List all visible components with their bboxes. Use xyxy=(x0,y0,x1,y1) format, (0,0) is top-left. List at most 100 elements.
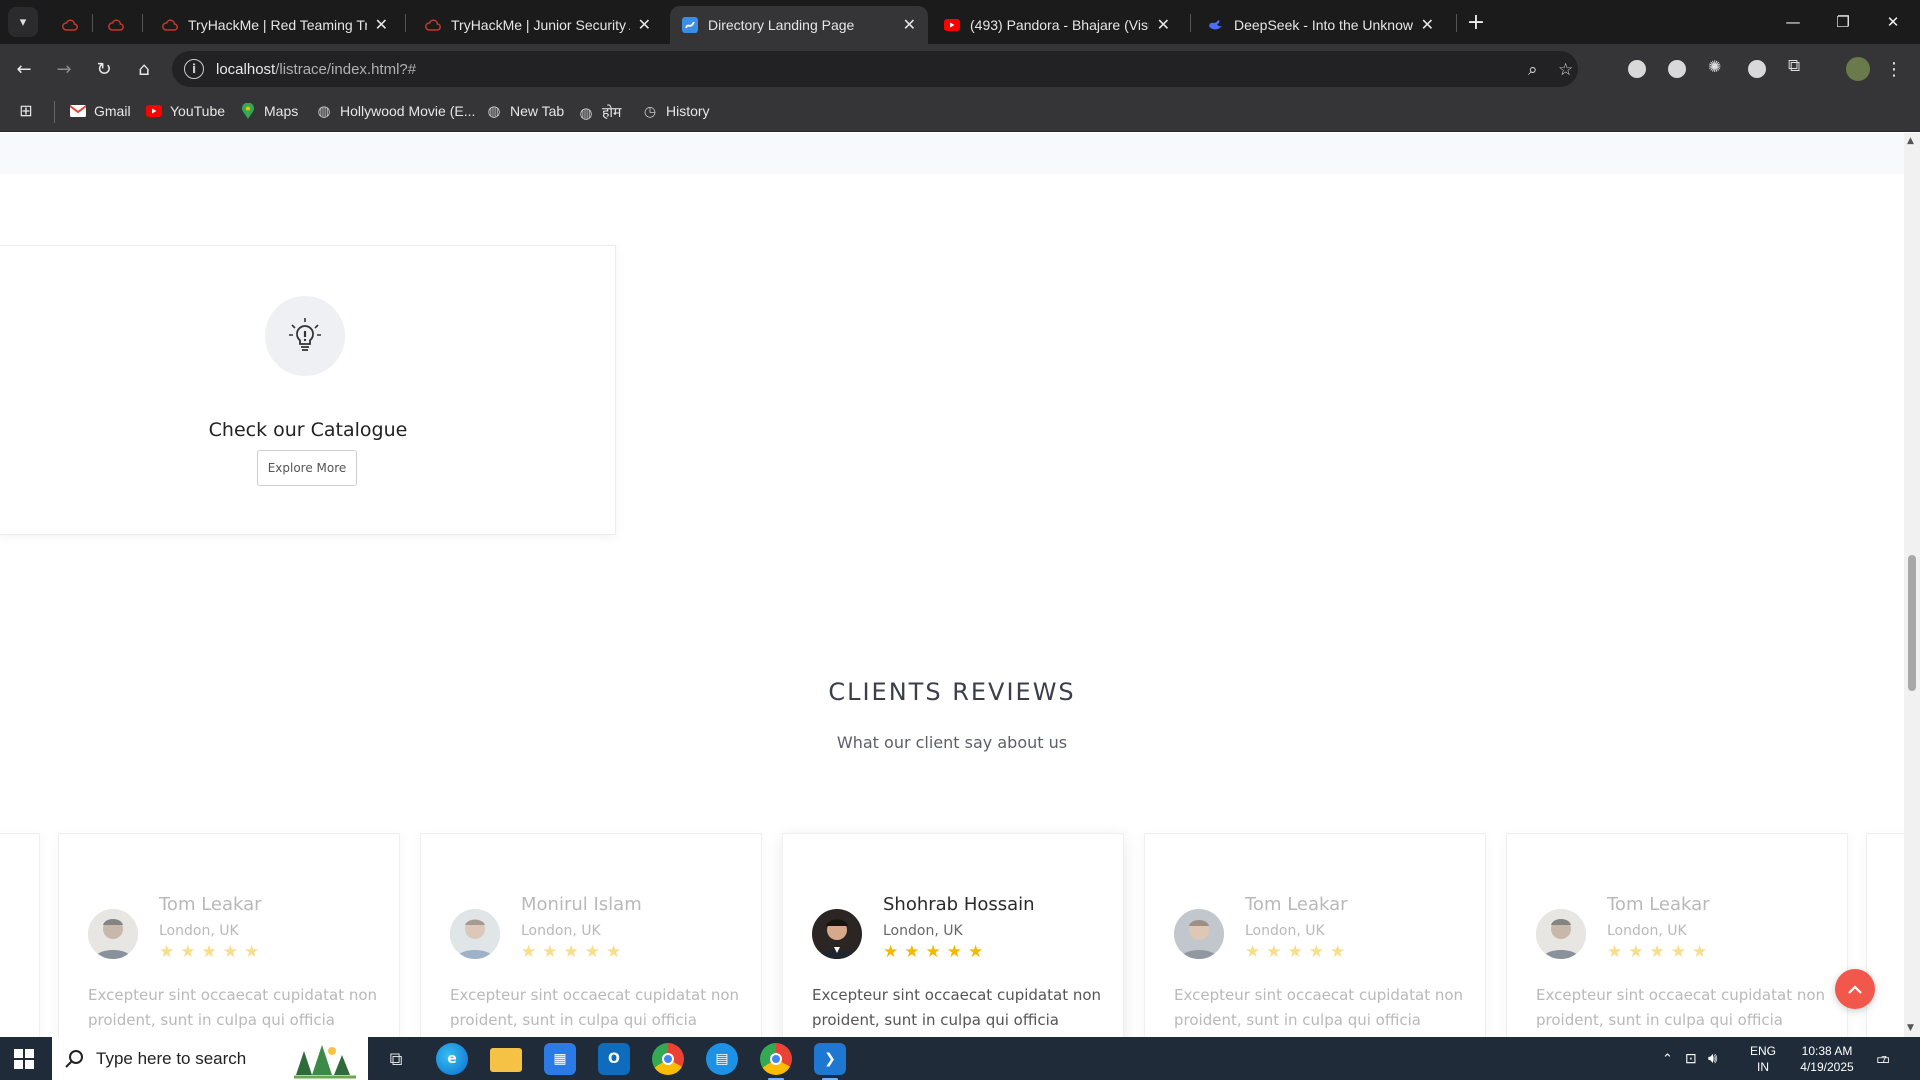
minimize-icon[interactable]: — xyxy=(1770,0,1816,44)
outlook-icon[interactable]: O xyxy=(598,1043,630,1075)
star-icon: ★ xyxy=(946,942,962,962)
tab-separator xyxy=(1190,14,1191,32)
star-icon: ★ xyxy=(1628,942,1644,962)
reviewer-name: Monirul Islam xyxy=(521,894,642,915)
microsoft-store-icon[interactable]: ▦ xyxy=(544,1043,576,1075)
profile-avatar[interactable] xyxy=(1846,57,1870,81)
scroll-to-top-button[interactable] xyxy=(1835,969,1875,1009)
review-text: Excepteur sint occaecat cupidatat non pr… xyxy=(1536,986,1826,1029)
bookmark-youtube[interactable]: YouTube xyxy=(146,103,225,119)
tab-deepseek[interactable]: DeepSeek - Into the Unknown ✕ xyxy=(1196,6,1446,44)
tab-directory-landing-page[interactable]: Directory Landing Page ✕ xyxy=(670,6,928,44)
review-text: Excepteur sint occaecat cupidatat non pr… xyxy=(812,986,1102,1029)
bookmark-hollywood-movie[interactable]: ◍ Hollywood Movie (E... xyxy=(316,103,475,120)
task-view-icon[interactable]: ⧉ xyxy=(380,1043,412,1075)
language-indicator[interactable]: ENG IN xyxy=(1750,1037,1776,1080)
edge-browser-icon[interactable]: e xyxy=(436,1043,468,1075)
site-info-icon[interactable]: i xyxy=(184,59,204,79)
chrome-active-icon[interactable] xyxy=(760,1043,792,1080)
scroll-down-arrow-icon[interactable]: ▼ xyxy=(1907,1023,1914,1033)
catalogue-title: Check our Catalogue xyxy=(208,419,408,441)
puzzle-extensions-icon[interactable]: ⧉ xyxy=(1788,56,1806,76)
star-icon: ★ xyxy=(904,942,920,962)
tab-tryhackme-junior-analyst[interactable]: TryHackMe | Junior Security Analyst ✕ xyxy=(413,6,663,44)
tab-pinned-1[interactable] xyxy=(50,6,90,44)
reviewer-location: London, UK xyxy=(1607,923,1687,939)
avatar xyxy=(88,909,138,959)
extension-icon[interactable] xyxy=(1748,60,1766,78)
close-tab-icon[interactable]: ✕ xyxy=(1157,15,1170,35)
address-bar[interactable]: i localhost/listrace/index.html?# ⌕ ☆ xyxy=(172,51,1578,87)
avatar xyxy=(450,909,500,959)
menu-kebab-icon[interactable]: ⋮ xyxy=(1878,53,1910,85)
reviewer-location: London, UK xyxy=(883,923,963,939)
review-card: Tom Leakar London, UK ★ ★ ★ ★ ★ Excepteur si… xyxy=(1144,833,1486,1037)
apps-grid-icon[interactable]: ⊞ xyxy=(18,103,42,120)
clock-time: 10:38 AM xyxy=(1801,1043,1853,1058)
scrollbar-thumb[interactable] xyxy=(1908,555,1916,691)
tab-separator xyxy=(92,14,93,32)
scroll-up-arrow-icon[interactable]: ▲ xyxy=(1907,136,1914,146)
tab-search-button[interactable]: ▾ xyxy=(8,7,38,37)
url-path: /listrace/index.html?# xyxy=(275,60,417,78)
review-card-partial xyxy=(0,833,40,1037)
extension-gear-icon[interactable]: ✺ xyxy=(1708,57,1726,76)
search-placeholder: Type here to search xyxy=(96,1048,247,1068)
close-tab-icon[interactable]: ✕ xyxy=(375,15,388,35)
bookmark-new-tab[interactable]: ◍ New Tab xyxy=(486,103,564,120)
chrome-icon[interactable] xyxy=(652,1043,684,1075)
windows-start-icon[interactable] xyxy=(14,1049,34,1069)
back-arrow-icon[interactable]: ← xyxy=(8,53,40,85)
star-icon: ★ xyxy=(1245,942,1261,962)
docker-icon[interactable]: ▤ xyxy=(706,1043,738,1075)
tab-tryhackme-red-teaming[interactable]: TryHackMe | Red Teaming Training ✕ xyxy=(150,6,400,44)
file-explorer-icon[interactable] xyxy=(490,1048,522,1072)
avatar xyxy=(1174,909,1224,959)
restore-icon[interactable]: ❐ xyxy=(1820,0,1866,44)
bookmark-gmail[interactable]: Gmail xyxy=(70,103,131,119)
tray-chevron-icon[interactable]: ⌃ xyxy=(1662,1037,1673,1080)
tab-separator xyxy=(1456,14,1457,32)
rating-stars: ★ ★ ★ ★ ★ xyxy=(159,944,259,961)
forward-arrow-icon[interactable]: → xyxy=(48,53,80,85)
extension-icon[interactable] xyxy=(1628,60,1646,78)
history-clock-icon: ◷ xyxy=(643,102,657,119)
tab-pinned-2[interactable] xyxy=(96,6,140,44)
review-card: Monirul Islam London, UK ★ ★ ★ ★ ★ Excepteur… xyxy=(420,833,762,1037)
tab-youtube-pandora[interactable]: (493) Pandora - Bhajare (Visualizer) ✕ xyxy=(932,6,1182,44)
url-host: localhost xyxy=(216,60,276,78)
star-icon: ★ xyxy=(159,942,175,962)
bookmark-home-hindi[interactable]: ◍ होम xyxy=(578,103,621,122)
youtube-icon xyxy=(146,103,162,119)
bookmark-star-icon[interactable]: ☆ xyxy=(1558,60,1573,80)
star-icon: ★ xyxy=(1670,942,1686,962)
notification-icon[interactable]: ▭ 7 xyxy=(1876,1037,1890,1080)
bookmark-history[interactable]: ◷ History xyxy=(642,102,710,120)
reviews-heading: CLIENTS REVIEWS xyxy=(828,678,1076,706)
close-tab-icon[interactable]: ✕ xyxy=(1421,15,1434,35)
star-icon: ★ xyxy=(883,942,899,962)
close-tab-icon[interactable]: ✕ xyxy=(638,15,651,35)
bookmark-maps[interactable]: Maps xyxy=(240,103,298,119)
extension-icon[interactable] xyxy=(1668,60,1686,78)
page-scrollbar[interactable]: ▲ ▼ xyxy=(1904,133,1920,1037)
new-tab-button[interactable]: + xyxy=(1462,8,1490,36)
catalogue-card: Check our Catalogue Explore More xyxy=(0,245,616,535)
star-icon: ★ xyxy=(1330,942,1346,962)
chevron-up-icon xyxy=(1848,984,1862,994)
star-icon: ★ xyxy=(244,942,260,962)
home-icon[interactable]: ⌂ xyxy=(128,53,160,85)
zoom-icon[interactable]: ⌕ xyxy=(1528,60,1538,80)
clock[interactable]: 10:38 AM 4/19/2025 xyxy=(1796,1037,1858,1080)
volume-icon[interactable]: 🔊︎ xyxy=(1708,1037,1717,1080)
explore-more-button[interactable]: Explore More xyxy=(257,450,357,486)
taskbar-search-box[interactable]: Type here to search xyxy=(52,1037,368,1080)
star-icon: ★ xyxy=(584,942,600,962)
search-icon xyxy=(65,1049,83,1068)
network-icon[interactable]: ⊡ xyxy=(1685,1037,1697,1080)
maps-pin-icon xyxy=(240,103,256,119)
vscode-icon[interactable]: ❯ xyxy=(814,1043,846,1080)
close-tab-icon[interactable]: ✕ xyxy=(903,15,916,35)
close-window-icon[interactable]: ✕ xyxy=(1870,0,1916,44)
reload-icon[interactable]: ↻ xyxy=(88,53,120,85)
